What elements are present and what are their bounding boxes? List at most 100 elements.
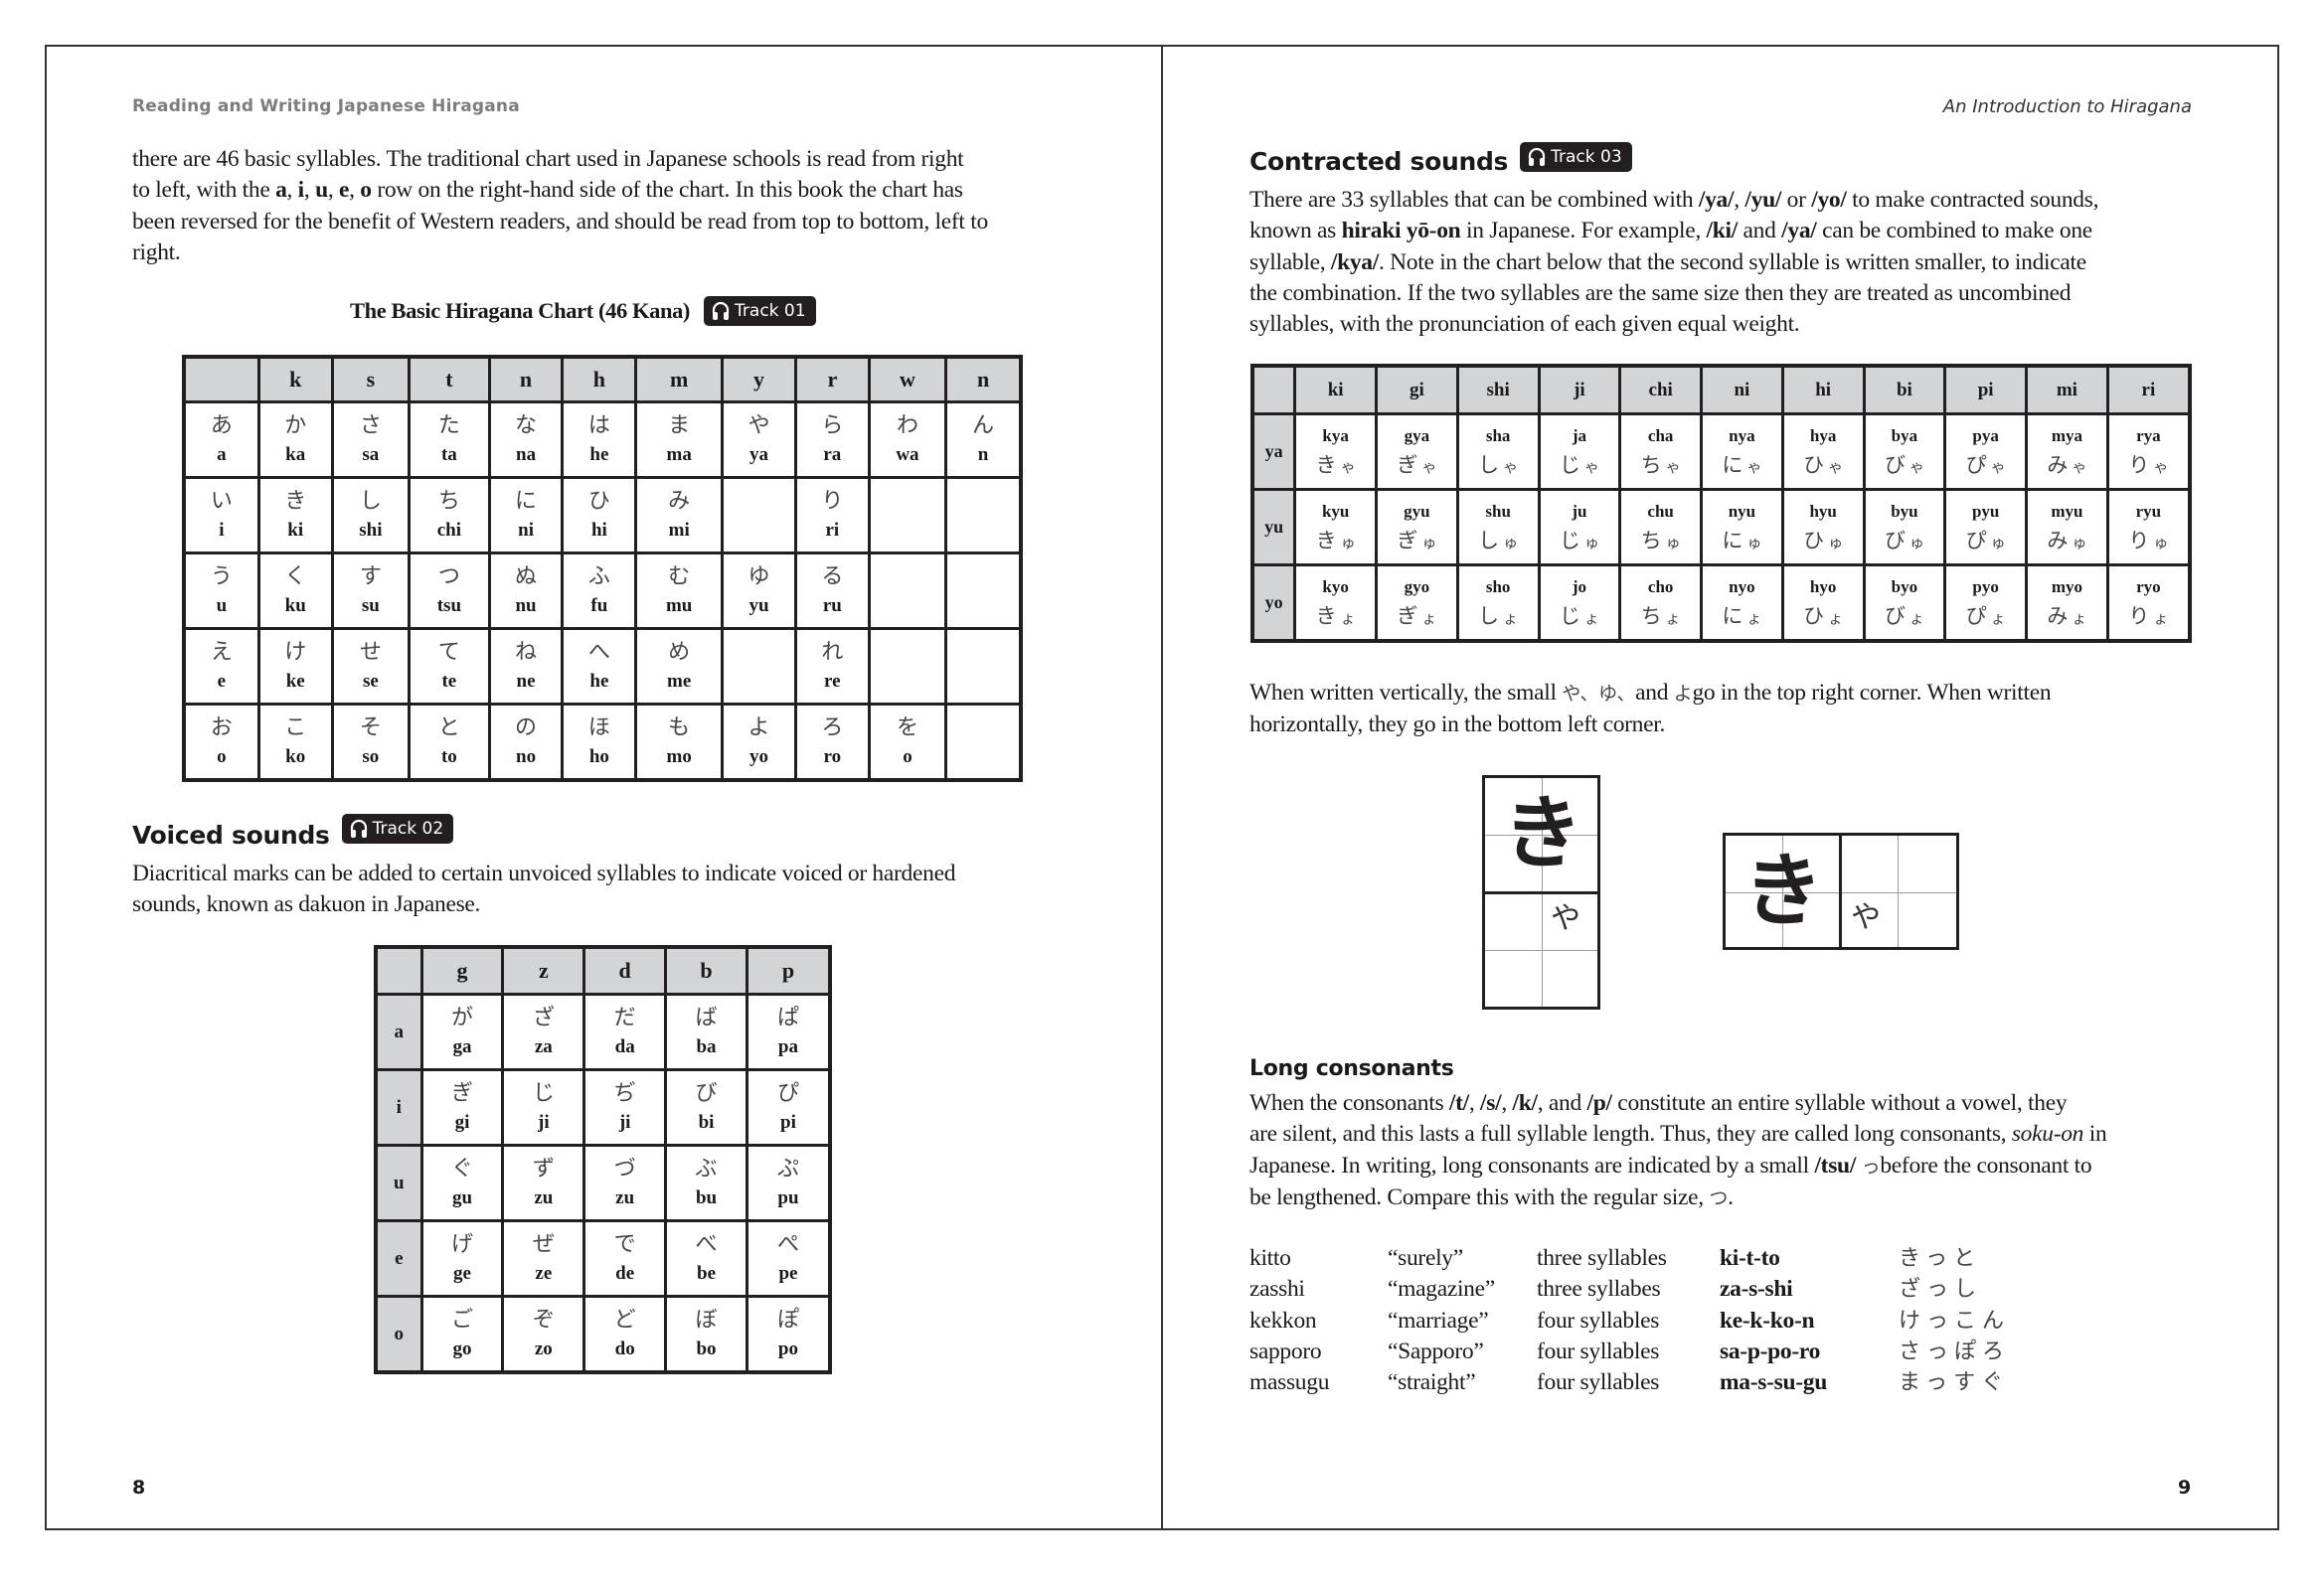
- kana-cell: rya りゃ: [2105, 412, 2192, 491]
- row-header: u: [374, 1144, 423, 1222]
- table-row: u ぐ gu ず zu づ zu ぶ bu ぷ pu: [374, 1144, 832, 1222]
- kana-glyph: り: [821, 488, 844, 514]
- kana-glyph: にゅ: [1722, 528, 1762, 552]
- romaji: u: [216, 594, 228, 616]
- romaji: mu: [665, 594, 693, 616]
- table-row: え e け ke せ se て te ね ne へ he め me れ re: [182, 627, 1023, 706]
- table-row: ya kya きゃ gya ぎゃ sha しゃ ja じゃ cha ちゃ nya にゃ hya ひゃ bya び…: [1250, 412, 2192, 491]
- romaji: te: [441, 670, 457, 692]
- column-header: ki: [1293, 364, 1379, 415]
- voiced-sounds-table: g z d b p a が ga ざ za だ da ば ba ぱ pa i ぎ gi じ ji ぢ ji び bi ぴ pi u ぐ g…: [374, 945, 832, 1374]
- kana-cell: み mi: [634, 476, 725, 554]
- kana-glyph: し: [359, 488, 382, 514]
- kana-glyph: を: [896, 714, 918, 740]
- kana-cell: な na: [487, 400, 565, 479]
- track-03-button[interactable]: Track 03: [1520, 141, 1632, 172]
- kana-glyph: ち: [437, 488, 460, 514]
- romaji: bo: [696, 1338, 717, 1359]
- column-header: [374, 945, 423, 996]
- kana-glyph: ば: [695, 1005, 718, 1030]
- kana-glyph: じゃ: [1559, 452, 1599, 477]
- row-header: yo: [1250, 563, 1297, 643]
- column-header: d: [582, 945, 668, 996]
- kana-glyph: て: [437, 639, 460, 665]
- kana-glyph: りゃ: [2128, 452, 2169, 477]
- romaji: hyu: [1809, 501, 1837, 521]
- kana-cell: pyo ぴょ: [1943, 563, 2029, 643]
- long-consonants-paragraph: When the consonants /t/, /s/, /k/, and /…: [1249, 1088, 2224, 1214]
- kana-glyph: う: [210, 563, 233, 589]
- romaji: go: [452, 1338, 472, 1359]
- kana-cell: いi: [182, 476, 260, 554]
- kana-cell: ぐ gu: [419, 1144, 505, 1222]
- kana-cell: ぬ nu: [487, 552, 565, 630]
- kana-glyph: [871, 487, 944, 517]
- romaji: gya: [1404, 425, 1430, 445]
- column-header: p: [745, 945, 832, 996]
- basic-chart-title: The Basic Hiragana Chart (46 Kana): [350, 298, 691, 323]
- kana-glyph: みょ: [2047, 603, 2087, 628]
- kana-glyph: お: [210, 714, 233, 740]
- romaji: ni: [518, 519, 534, 541]
- kana-glyph: の: [515, 714, 538, 740]
- header-row: ki gi shi ji chi ni hi bi pi mi ri: [1250, 364, 2192, 415]
- kana-cell: む mu: [634, 552, 725, 630]
- romaji: bya: [1891, 425, 1918, 445]
- kana-cell: く ku: [256, 552, 334, 630]
- kana-cell: け ke: [256, 627, 334, 706]
- kana-glyph: [947, 713, 1019, 743]
- example-meaning: “Sapporo”: [1388, 1338, 1484, 1364]
- column-header: n: [944, 355, 1023, 403]
- example-kana: けっこん: [1899, 1308, 2011, 1334]
- kana-glyph: ひゅ: [1803, 528, 1844, 552]
- romaji: cho: [1647, 576, 1674, 596]
- example-syllable-count: four syllables: [1537, 1338, 1660, 1364]
- romaji: zu: [615, 1186, 635, 1208]
- kana-glyph: しゃ: [1478, 452, 1519, 477]
- track-01-label: Track 01: [735, 301, 806, 321]
- kana-glyph: む: [668, 563, 691, 589]
- romaji: mi: [668, 519, 690, 541]
- example-syllable-count: three syllables: [1537, 1245, 1667, 1271]
- kana-cell: ぷ pu: [745, 1144, 832, 1222]
- long-consonants-line: Japanese. In writing, long consonants ar…: [1249, 1152, 2092, 1179]
- romaji: e: [217, 670, 227, 692]
- column-header: y: [721, 355, 797, 403]
- kana-cell: れ re: [793, 627, 871, 706]
- romaji: pi: [780, 1111, 796, 1133]
- row-header: o: [374, 1295, 423, 1374]
- bold-term: /ya/: [1781, 218, 1817, 244]
- kana-glyph: [724, 487, 794, 517]
- kana-glyph: に: [515, 488, 538, 514]
- romaji: mo: [666, 745, 692, 767]
- romaji: ji: [618, 1111, 631, 1133]
- bold-term: i: [297, 177, 305, 204]
- kana-glyph: にゃ: [1722, 452, 1762, 477]
- long-consonants-line: When the consonants /t/, /s/, /k/, and /…: [1249, 1090, 2068, 1116]
- kana-cell: あa: [182, 400, 260, 479]
- diagram-big-kana: き: [1503, 787, 1582, 879]
- example-syllable-count: four syllables: [1537, 1369, 1660, 1396]
- column-header: ri: [2105, 364, 2192, 415]
- kana-cell: せ se: [330, 627, 412, 706]
- diagram-small-kana: や: [1851, 900, 1881, 935]
- romaji: me: [667, 670, 692, 692]
- kana-cell: が ga: [419, 993, 505, 1071]
- kana-cell: [867, 552, 948, 630]
- romaji: gyu: [1404, 501, 1430, 521]
- track-02-button[interactable]: Track 02: [341, 813, 454, 844]
- kana-glyph: あ: [210, 412, 233, 438]
- kana-glyph: は: [587, 412, 610, 438]
- kana-cell: nyu にゅ: [1700, 488, 1784, 566]
- kana-glyph: じ: [532, 1080, 555, 1106]
- romaji: [947, 668, 1019, 696]
- romaji: sa: [362, 443, 380, 465]
- kana-cell: る ru: [793, 552, 871, 630]
- vertical-writing-diagram: き や: [1482, 775, 1600, 1010]
- kana-glyph: ぴゅ: [1965, 528, 2006, 552]
- track-01-button[interactable]: Track 01: [704, 296, 816, 326]
- bold-term: u: [315, 177, 328, 204]
- kana-glyph: が: [450, 1005, 473, 1030]
- kana-glyph: づ: [613, 1156, 636, 1182]
- romaji: be: [697, 1262, 717, 1284]
